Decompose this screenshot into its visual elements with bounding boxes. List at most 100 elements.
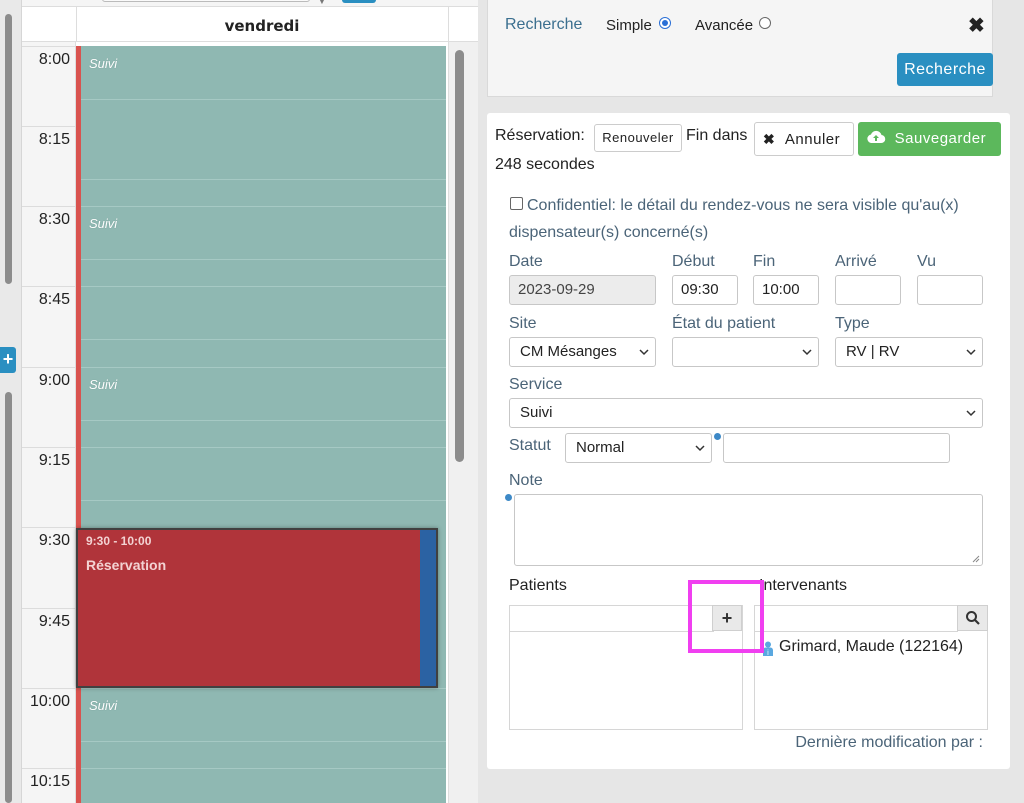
renew-button[interactable]: Renouveler [594, 124, 682, 152]
search-panel: Recherche Simple Avancée ✖ Recherche [487, 0, 993, 97]
note-label: Note [509, 472, 543, 489]
time-label: 10:15 [29, 773, 70, 790]
time-label: 9:45 [38, 613, 70, 630]
slot-line [81, 99, 446, 100]
slot-line [22, 608, 76, 609]
search-title: Recherche [505, 16, 583, 33]
note-textarea[interactable] [514, 494, 983, 566]
service-select[interactable]: Suivi [509, 398, 983, 428]
slot-line [81, 420, 446, 421]
slot-line [81, 367, 446, 368]
arrive-label: Arrivé [835, 253, 877, 270]
suivi-label: Suivi [89, 216, 118, 231]
day-header: vendredi [22, 6, 478, 43]
patients-search-input[interactable] [510, 606, 714, 632]
chevron-down-icon [966, 410, 976, 417]
date-input-edge[interactable] [102, 0, 310, 2]
simple-radio[interactable] [659, 17, 671, 29]
cloud-upload-icon [867, 130, 886, 144]
close-icon[interactable]: ✖ [968, 13, 985, 38]
close-icon: ✖ [763, 131, 776, 147]
chevron-down-icon [802, 349, 812, 356]
arrive-field[interactable] [835, 275, 901, 305]
suivi-label: Suivi [89, 56, 118, 71]
calendar-scrollbar-thumb[interactable] [455, 50, 464, 462]
left-scrollbar-bottom[interactable] [5, 392, 12, 803]
save-button[interactable]: Sauvegarder [858, 122, 1001, 156]
etat-select[interactable] [672, 337, 819, 367]
event-title: Réservation [86, 557, 167, 573]
suivi-label: Suivi [89, 698, 118, 713]
type-select[interactable]: RV | RV [835, 337, 983, 367]
slot-line [81, 768, 446, 769]
simple-label[interactable]: Simple [606, 17, 652, 34]
svg-text:i: i [767, 649, 769, 657]
save-label: Sauvegarder [894, 130, 987, 147]
slot-line [81, 447, 446, 448]
chevron-down-icon [966, 349, 976, 356]
slot-line [22, 367, 76, 368]
resize-grip-icon[interactable] [972, 555, 980, 563]
debut-field[interactable]: 09:30 [672, 275, 738, 305]
reservation-label: Réservation: [495, 127, 585, 144]
fin-field[interactable]: 10:00 [753, 275, 819, 305]
event-time: 9:30 - 10:00 [86, 534, 152, 548]
intervenants-list[interactable] [754, 605, 988, 730]
confidential-text: Confidentiel: le détail du rendez-vous n… [509, 197, 959, 241]
fin-dans-label: Fin dans [686, 127, 748, 144]
slot-line [22, 768, 76, 769]
suivi-label: Suivi [89, 377, 118, 392]
slot-line [22, 447, 76, 448]
patients-label: Patients [509, 577, 567, 594]
slot-line [22, 286, 76, 287]
fin-label: Fin [753, 253, 776, 270]
time-label: 10:00 [29, 693, 70, 710]
toolbar-button-edge[interactable] [342, 0, 376, 3]
slot-line [22, 688, 76, 689]
time-label: 8:45 [38, 291, 70, 308]
reservation-event[interactable]: 9:30 - 10:00 Réservation [76, 528, 438, 688]
last-modified: Dernière modification par : [795, 734, 983, 751]
slot-line [22, 46, 76, 47]
date-field[interactable]: 2023-09-29 [509, 275, 656, 305]
slot-line [22, 527, 76, 528]
day-column[interactable]: Suivi Suivi Suivi Suivi 9:30 - 10:00 Rés… [76, 42, 448, 803]
statut-label: Statut [509, 437, 551, 454]
advanced-label[interactable]: Avancée [695, 17, 753, 34]
statut-extra-field[interactable] [723, 433, 950, 463]
slot-line [81, 206, 446, 207]
site-label: Site [509, 315, 537, 332]
cancel-label: Annuler [784, 131, 841, 148]
time-column: 8:00 8:15 8:30 8:45 9:00 9:15 9:30 9:45 … [22, 42, 76, 803]
statut-select[interactable]: Normal [565, 433, 712, 463]
advanced-radio[interactable] [759, 17, 771, 29]
chevron-down-icon [695, 445, 705, 452]
time-label: 8:00 [38, 51, 70, 68]
chevron-down-icon [639, 349, 649, 356]
info-icon[interactable] [505, 494, 512, 501]
suivi-block[interactable] [81, 46, 446, 803]
slot-line [81, 179, 446, 180]
slot-line [81, 286, 446, 287]
intervenant-item[interactable]: Grimard, Maude (122164) [779, 638, 963, 656]
time-label: 8:15 [38, 131, 70, 148]
info-icon[interactable] [714, 433, 721, 440]
calendar-scrollbar[interactable] [448, 42, 478, 803]
time-label: 9:00 [38, 372, 70, 389]
event-resize-handle[interactable] [420, 530, 436, 686]
left-scrollbar-top[interactable] [5, 14, 12, 284]
search-intervenant-button[interactable] [957, 605, 988, 631]
reservation-form: Réservation: Renouveler Fin dans ✖ Annul… [487, 113, 1010, 769]
type-value: RV | RV [846, 343, 900, 360]
search-button[interactable]: Recherche [897, 53, 993, 86]
debut-label: Début [672, 253, 715, 270]
site-select[interactable]: CM Mésanges [509, 337, 656, 367]
vu-field[interactable] [917, 275, 983, 305]
intervenants-search-input[interactable] [755, 606, 958, 632]
slot-line [81, 339, 446, 340]
site-value: CM Mésanges [520, 343, 617, 360]
plus-icon[interactable]: + [0, 347, 16, 373]
cancel-button[interactable]: ✖ Annuler [754, 122, 854, 156]
time-label: 9:30 [38, 532, 70, 549]
time-label: 8:30 [38, 211, 70, 228]
